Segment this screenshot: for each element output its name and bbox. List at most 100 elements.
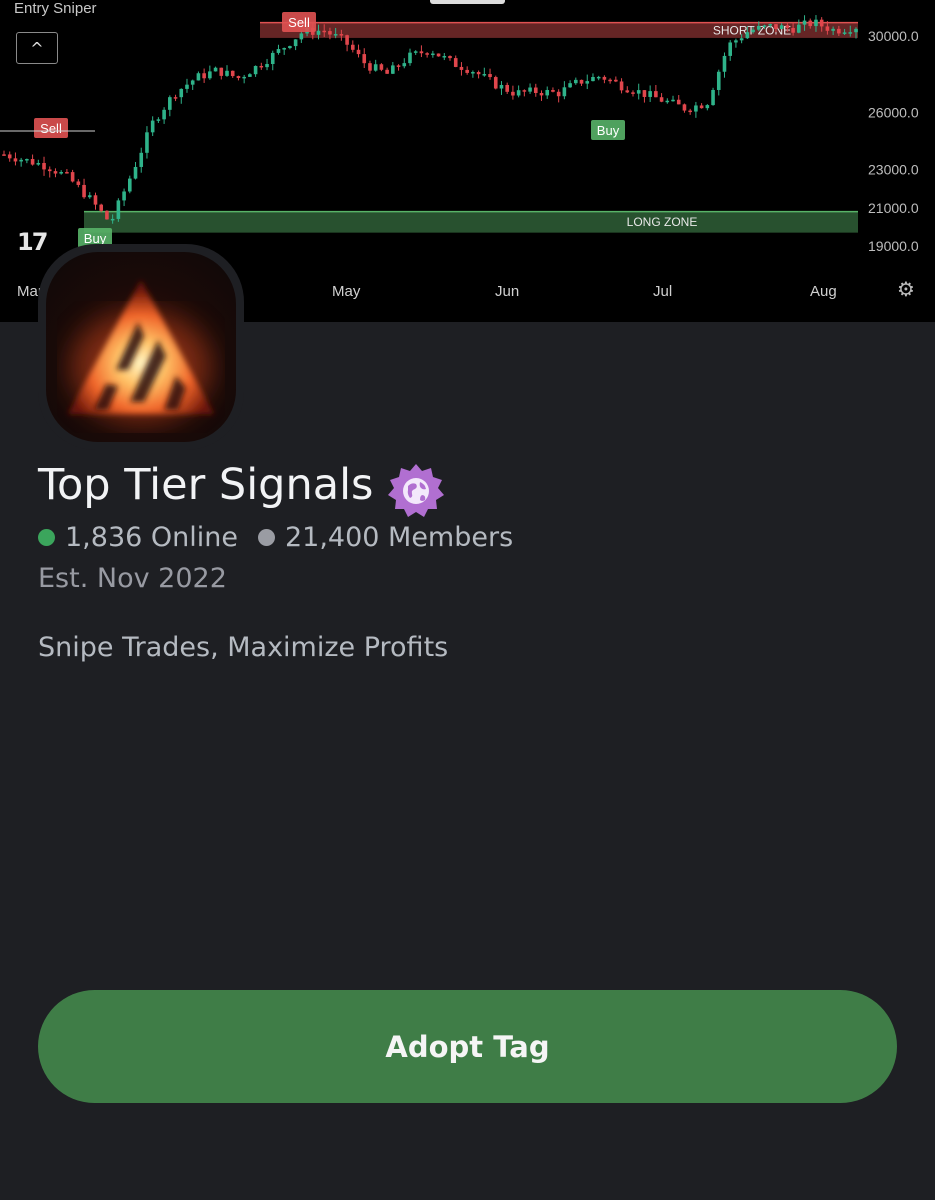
- candle: [351, 44, 355, 50]
- y-tick-label: 19000.0: [868, 238, 919, 254]
- candle: [282, 48, 286, 50]
- candle: [648, 91, 652, 97]
- candle: [396, 65, 401, 67]
- chart-title: Entry Sniper: [14, 0, 97, 17]
- candle: [528, 87, 532, 92]
- candle: [556, 91, 561, 97]
- candle: [499, 84, 504, 89]
- candle: [53, 171, 58, 174]
- candle: [682, 104, 687, 111]
- candle: [488, 74, 492, 78]
- candle: [208, 71, 212, 79]
- candle: [562, 87, 567, 97]
- candle: [779, 25, 784, 29]
- member-count: 21,400 Members: [284, 522, 514, 553]
- candle: [270, 52, 275, 64]
- x-tick-label: Jul: [653, 283, 672, 300]
- settings-icon[interactable]: ⚙: [895, 278, 917, 300]
- candle: [659, 97, 664, 102]
- candle: [190, 80, 195, 85]
- candle: [242, 76, 246, 79]
- server-stats: 1,836 Online 21,400 Members: [38, 522, 513, 553]
- x-tick-label: Jun: [495, 283, 519, 300]
- candle: [751, 29, 755, 33]
- zone-band: [84, 211, 858, 233]
- candle: [373, 64, 378, 71]
- candle: [837, 28, 841, 34]
- candle: [213, 67, 218, 72]
- candle: [802, 20, 807, 25]
- candle: [236, 76, 241, 79]
- candle: [854, 28, 858, 33]
- signal-label: Buy: [597, 123, 620, 138]
- candle: [522, 90, 527, 92]
- candle: [299, 33, 304, 40]
- candle: [579, 79, 584, 84]
- drag-handle[interactable]: [430, 0, 505, 4]
- candle: [13, 158, 18, 162]
- candle: [739, 38, 744, 41]
- candle: [162, 109, 166, 120]
- candle: [602, 76, 607, 80]
- candle: [688, 110, 692, 113]
- candle: [493, 77, 498, 89]
- candle: [385, 69, 389, 74]
- candle: [585, 81, 590, 84]
- server-name: Top Tier Signals: [38, 460, 374, 510]
- candle: [328, 31, 332, 35]
- candle: [225, 70, 229, 76]
- candle: [196, 73, 201, 81]
- online-status-icon: [38, 529, 55, 546]
- candle: [642, 90, 647, 97]
- zone-label: LONG ZONE: [627, 215, 698, 229]
- candle: [636, 90, 641, 94]
- candle: [105, 210, 109, 220]
- candle: [322, 30, 327, 33]
- candle: [293, 39, 298, 47]
- candle: [728, 42, 733, 56]
- candle: [791, 27, 795, 33]
- collapse-button[interactable]: ^: [16, 32, 58, 64]
- candle: [173, 97, 178, 99]
- candle: [47, 169, 52, 172]
- candle: [819, 19, 824, 27]
- candle: [756, 25, 761, 30]
- candle: [110, 218, 115, 221]
- candle: [699, 105, 704, 109]
- candle: [253, 65, 258, 75]
- candle: [516, 90, 521, 96]
- candle: [625, 90, 630, 93]
- candle: [345, 35, 349, 45]
- candle: [145, 132, 149, 153]
- candle: [419, 51, 424, 54]
- candle: [391, 65, 395, 74]
- candle: [591, 76, 595, 82]
- candle: [127, 178, 132, 192]
- adopt-tag-button[interactable]: Adopt Tag: [38, 990, 897, 1103]
- server-description: Snipe Trades, Maximize Profits: [38, 632, 449, 663]
- candle: [436, 53, 441, 57]
- candle: [259, 65, 264, 68]
- candle: [619, 81, 624, 91]
- candle: [676, 99, 681, 105]
- candle: [551, 90, 555, 92]
- y-tick-label: 21000.0: [868, 200, 919, 216]
- candle: [122, 191, 126, 201]
- candle: [448, 56, 452, 59]
- candle: [425, 53, 429, 55]
- candle: [408, 52, 412, 64]
- candle: [82, 184, 86, 198]
- online-count: 1,836 Online: [65, 522, 238, 553]
- candle: [19, 159, 23, 162]
- candle: [453, 58, 458, 67]
- candle: [230, 70, 235, 77]
- x-tick-label: May: [332, 283, 361, 300]
- candle: [59, 172, 63, 174]
- candle: [631, 92, 635, 94]
- candle: [505, 84, 509, 92]
- candle: [762, 25, 767, 27]
- candle: [7, 154, 12, 159]
- candle: [608, 79, 612, 82]
- candle: [654, 91, 658, 98]
- candle: [711, 89, 715, 106]
